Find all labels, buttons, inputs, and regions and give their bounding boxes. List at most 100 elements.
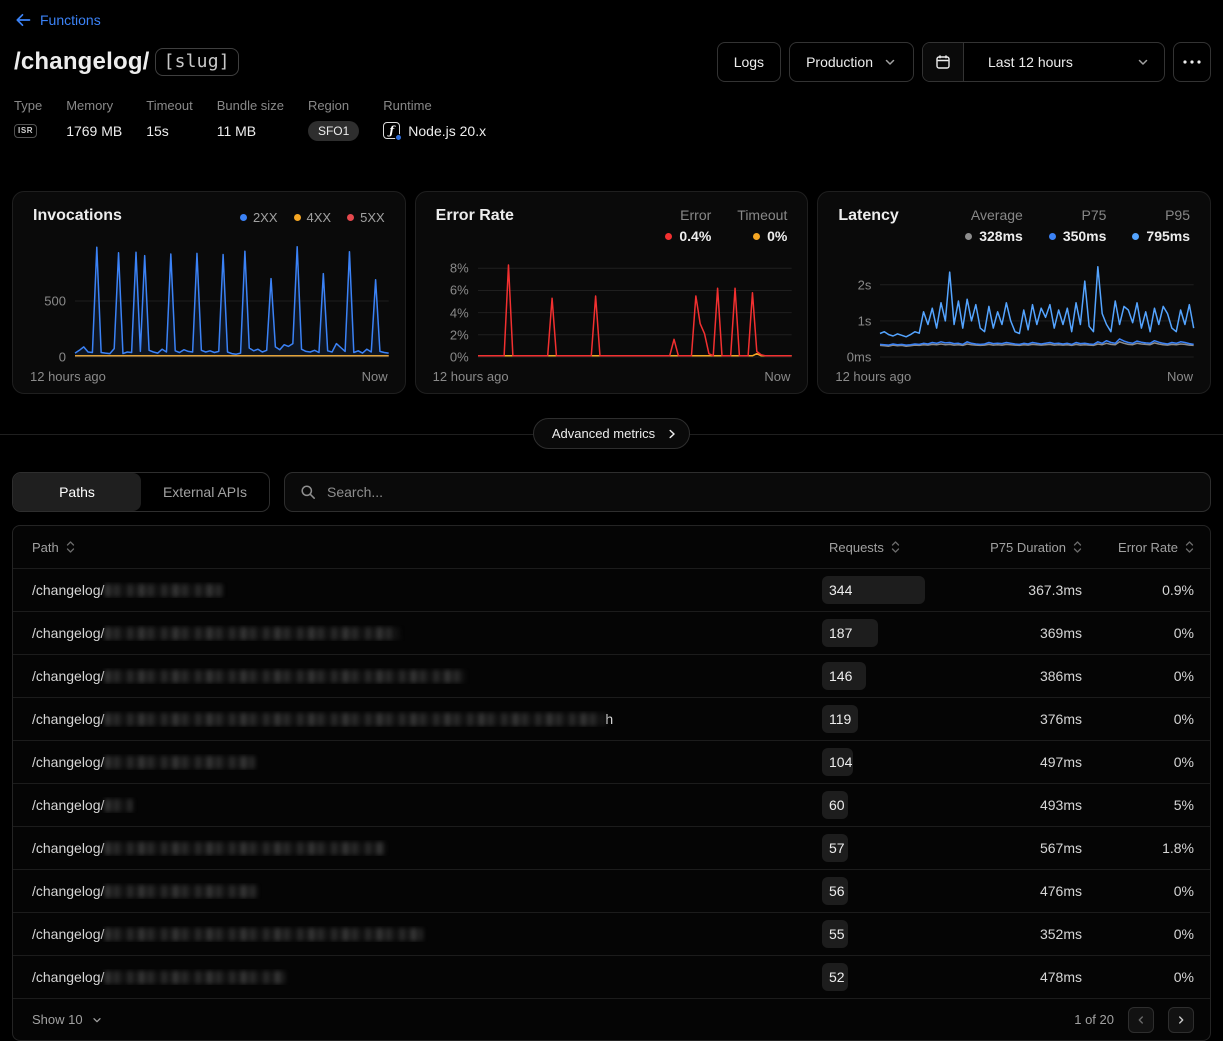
p75-duration-cell: 497ms — [909, 754, 1082, 770]
p75-duration-cell: 376ms — [909, 711, 1082, 727]
meta-runtime: Runtime ƒ Node.js 20.x — [383, 98, 486, 141]
legend-dot — [1049, 233, 1056, 240]
show-rows-label: Show 10 — [32, 1012, 83, 1027]
error-rate-legend: Error0.4% Timeout0% — [665, 207, 787, 244]
calendar-button[interactable] — [923, 43, 964, 81]
table-row[interactable]: /changelog/146386ms0% — [13, 654, 1210, 697]
table-row[interactable]: /changelog/187369ms0% — [13, 611, 1210, 654]
path-cell: /changelog/ — [32, 840, 829, 856]
meta-type: Type ISR — [14, 98, 42, 141]
column-header-requests[interactable]: Requests — [829, 540, 909, 555]
column-header-error-rate[interactable]: Error Rate — [1082, 540, 1194, 555]
advanced-metrics-label: Advanced metrics — [552, 426, 655, 441]
table-row[interactable]: /changelog/h119376ms0% — [13, 697, 1210, 740]
ellipsis-icon — [1183, 60, 1201, 64]
latency-chart: 2s1s0ms — [834, 245, 1194, 357]
latency-plot — [880, 245, 1194, 357]
table-tabs: Paths External APIs — [12, 472, 270, 512]
invocations-chart: 5000 — [29, 245, 389, 357]
advanced-metrics-button[interactable]: Advanced metrics — [533, 418, 690, 449]
node-dot — [395, 134, 402, 141]
table-row[interactable]: /changelog/52478ms0% — [13, 955, 1210, 998]
legend-item[interactable]: Average328ms — [965, 207, 1023, 244]
requests-cell: 56 — [829, 870, 909, 912]
sort-icon — [891, 540, 900, 554]
meta-label: Region — [308, 98, 359, 113]
function-meta-row: Type ISR Memory 1769 MB Timeout 15s Bund… — [14, 98, 1223, 141]
table-header: Path Requests P75 Duration Error Rate — [13, 526, 1210, 568]
p75-duration-cell: 367.3ms — [909, 582, 1082, 598]
tab-paths[interactable]: Paths — [13, 473, 141, 511]
path-cell: /changelog/ — [32, 926, 829, 942]
table-row[interactable]: /changelog/344367.3ms0.9% — [13, 568, 1210, 611]
legend-item[interactable]: P75350ms — [1049, 207, 1107, 244]
more-options-button[interactable] — [1173, 42, 1211, 82]
column-header-path[interactable]: Path — [32, 540, 829, 555]
legend-dot — [1132, 233, 1139, 240]
x-axis-labels: 12 hours agoNow — [835, 369, 1193, 384]
x-axis-labels: 12 hours agoNow — [30, 369, 388, 384]
legend-item[interactable]: 4XX — [294, 210, 332, 225]
logs-button[interactable]: Logs — [717, 42, 781, 82]
header-controls: Logs Production Last 12 hours — [717, 42, 1211, 82]
path-cell: /changelog/ — [32, 969, 829, 985]
environment-label: Production — [806, 54, 873, 70]
legend-dot — [294, 214, 301, 221]
redacted-path-segment — [105, 670, 465, 683]
legend-item[interactable]: Error0.4% — [665, 207, 711, 244]
next-page-button[interactable] — [1168, 1007, 1194, 1033]
table-body: /changelog/344367.3ms0.9%/changelog/1873… — [13, 568, 1210, 998]
back-to-functions-link[interactable]: Functions — [14, 12, 101, 28]
p75-duration-cell: 476ms — [909, 883, 1082, 899]
table-footer: Show 10 1 of 20 — [13, 998, 1210, 1040]
redacted-path-segment — [105, 627, 400, 640]
prev-page-button[interactable] — [1128, 1007, 1154, 1033]
legend-item[interactable]: 5XX — [347, 210, 385, 225]
error-rate-cell: 0% — [1082, 926, 1194, 942]
chevron-down-icon — [1136, 55, 1150, 69]
column-header-p75-duration[interactable]: P75 Duration — [909, 540, 1082, 555]
header-row: /changelog/ [slug] Logs Production Last … — [14, 40, 1211, 84]
show-rows-select[interactable]: Show 10 — [32, 1012, 103, 1027]
nodejs-function-icon: ƒ — [383, 122, 400, 139]
requests-cell: 57 — [829, 827, 909, 869]
meta-label: Timeout — [146, 98, 192, 113]
chart-title: Invocations — [33, 207, 122, 225]
time-range-select[interactable]: Last 12 hours — [974, 43, 1164, 81]
table-row[interactable]: /changelog/57567ms1.8% — [13, 826, 1210, 869]
invocations-plot — [75, 245, 389, 357]
table-row[interactable]: /changelog/55352ms0% — [13, 912, 1210, 955]
table-row[interactable]: /changelog/60493ms5% — [13, 783, 1210, 826]
redacted-path-segment — [105, 713, 605, 726]
legend-item[interactable]: 2XX — [240, 210, 278, 225]
meta-bundle-size: Bundle size 11 MB — [217, 98, 284, 141]
meta-value: 15s — [146, 120, 192, 141]
chevron-right-icon — [665, 427, 679, 441]
advanced-metrics-divider: Advanced metrics — [0, 418, 1223, 449]
legend-item[interactable]: Timeout0% — [737, 207, 787, 244]
table-row[interactable]: /changelog/104497ms0% — [13, 740, 1210, 783]
page-title: /changelog/ [slug] — [14, 48, 239, 76]
y-axis: 8%6%4%2%0% — [432, 245, 478, 357]
search-box — [284, 472, 1211, 512]
chevron-right-icon — [1175, 1014, 1187, 1026]
functions-detail-page: Functions /changelog/ [slug] Logs Produc… — [0, 0, 1223, 1041]
sort-icon — [1073, 540, 1082, 554]
sort-icon — [1185, 540, 1194, 554]
sort-icon — [66, 540, 75, 554]
x-axis-labels: 12 hours agoNow — [433, 369, 791, 384]
p75-duration-cell: 352ms — [909, 926, 1082, 942]
tab-external-apis[interactable]: External APIs — [141, 473, 269, 511]
calendar-icon — [935, 54, 951, 70]
table-row[interactable]: /changelog/56476ms0% — [13, 869, 1210, 912]
error-rate-chart: 8%6%4%2%0% — [432, 245, 792, 357]
error-rate-plot — [478, 245, 792, 357]
legend-item[interactable]: P95795ms — [1132, 207, 1190, 244]
environment-select[interactable]: Production — [789, 42, 914, 82]
invocations-legend: 2XX 4XX 5XX — [240, 207, 385, 225]
chevron-down-icon — [883, 55, 897, 69]
path-cell: /changelog/ — [32, 625, 829, 641]
search-input[interactable] — [327, 484, 1195, 500]
error-rate-cell: 0% — [1082, 668, 1194, 684]
meta-timeout: Timeout 15s — [146, 98, 192, 141]
